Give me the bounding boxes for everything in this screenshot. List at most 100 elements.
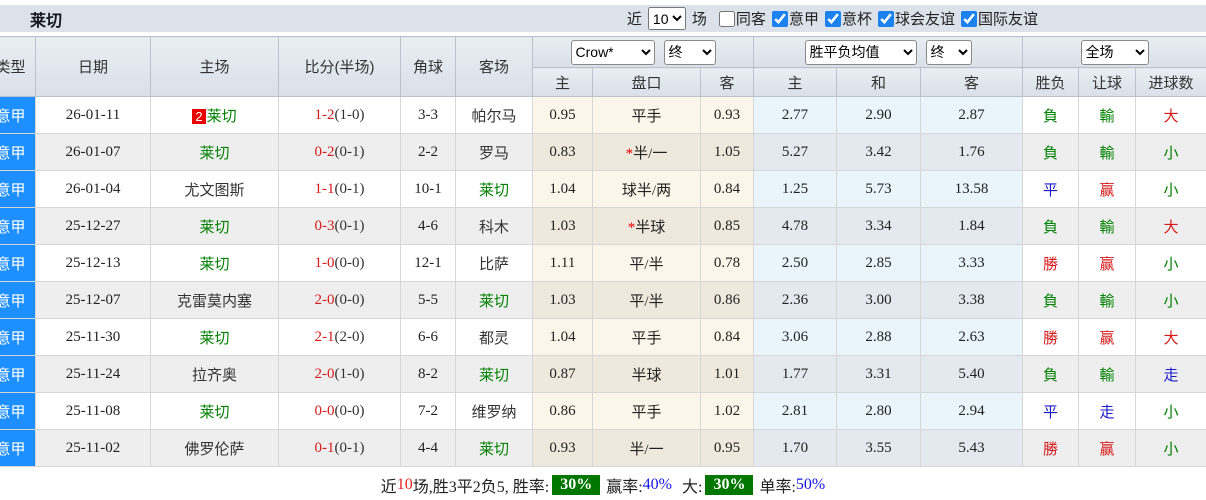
league-cell[interactable]: 意甲 (0, 281, 36, 319)
score-cell: 2-0(1-0) (278, 355, 401, 393)
result-goals: 小 (1135, 281, 1206, 319)
col-header-score: 比分(半场) (278, 36, 401, 97)
euro-time-select[interactable]: 终 (925, 39, 972, 65)
date-cell: 25-12-07 (35, 281, 151, 319)
home-cell: 莱切 (150, 133, 279, 171)
result-wdl: 負 (1022, 281, 1080, 319)
league-cell[interactable]: 意甲 (0, 318, 36, 356)
asian-home-odds: 0.83 (532, 133, 593, 171)
match-row: 意甲25-11-02佛罗伦萨0-1(0-1)4-4莱切0.93半/一0.951.… (0, 429, 1206, 467)
corner-cell: 7-2 (400, 392, 456, 430)
league-cell[interactable]: 意甲 (0, 170, 36, 208)
euro-draw-odds: 3.42 (836, 133, 922, 171)
euro-draw-odds: 2.85 (836, 244, 922, 282)
subcol-let: 让球 (1078, 67, 1137, 97)
league-cell[interactable]: 意甲 (0, 392, 36, 430)
filter-checkbox-label[interactable]: 意杯 (842, 11, 872, 28)
home-team[interactable]: 尤文图斯 (184, 183, 244, 199)
match-count-select[interactable]: 10 (647, 7, 686, 30)
result-wdl: 勝 (1022, 429, 1080, 467)
bookmaker-select[interactable]: Crow* (570, 39, 655, 65)
filter-checkbox-同客[interactable] (718, 11, 735, 27)
filter-checkbox-label[interactable]: 国际友谊 (978, 11, 1038, 28)
away-team[interactable]: 科木 (479, 220, 509, 236)
home-team[interactable]: 佛罗伦萨 (184, 442, 244, 458)
result-goals: 大 (1135, 207, 1206, 245)
fulltime-score: 2-0 (314, 291, 335, 308)
home-team[interactable]: 莱切 (199, 146, 229, 162)
result-wdl: 平 (1022, 170, 1080, 208)
away-team[interactable]: 罗马 (479, 146, 509, 162)
league-cell[interactable]: 意甲 (0, 429, 36, 467)
away-team[interactable]: 莱切 (479, 368, 509, 384)
col-header-corner: 角球 (400, 36, 456, 97)
filter-checkbox-意甲[interactable] (771, 11, 788, 27)
col-header-away: 客场 (455, 36, 533, 97)
filter-checkbox-label[interactable]: 意甲 (789, 11, 819, 28)
asian-home-odds: 1.04 (532, 318, 593, 356)
score-cell: 1-1(0-1) (278, 170, 401, 208)
halftime-score: (1-0) (334, 365, 365, 382)
euro-home-odds: 5.27 (753, 133, 838, 171)
home-team[interactable]: 拉齐奥 (192, 368, 237, 384)
asian-home-odds: 1.04 (532, 170, 593, 208)
league-cell[interactable]: 意甲 (0, 355, 36, 393)
away-team[interactable]: 维罗纳 (471, 405, 516, 421)
summary-near: 近 (380, 478, 397, 496)
euro-avg-select[interactable]: 胜平负均值 (804, 39, 917, 65)
euro-draw-odds: 3.00 (836, 281, 922, 319)
league-cell[interactable]: 意甲 (0, 244, 36, 282)
away-team[interactable]: 都灵 (479, 331, 509, 347)
filter-checkbox-label[interactable]: 同客 (736, 11, 766, 28)
filter-checkbox-国际友谊[interactable] (960, 11, 977, 27)
fulltime-score: 0-3 (314, 217, 335, 234)
result-wdl: 勝 (1022, 244, 1080, 282)
asian-time-select[interactable]: 终 (663, 39, 716, 65)
away-team[interactable]: 莱切 (479, 442, 509, 458)
home-team[interactable]: 莱切 (199, 405, 229, 421)
result-goals: 大 (1135, 96, 1206, 134)
match-row: 意甲25-12-13莱切1-0(0-0)12-1比萨1.11平/半0.782.5… (0, 244, 1206, 282)
subcol-asian-away: 客 (699, 67, 755, 97)
league-cell[interactable]: 意甲 (0, 96, 36, 134)
score-cell: 0-2(0-1) (278, 133, 401, 171)
filter-controls: 近 10 场 同客 意甲 意杯 球会友谊 国际友谊 (627, 7, 1038, 30)
home-cell: 莱切 (150, 207, 279, 245)
halftime-score: (0-1) (334, 439, 365, 456)
euro-home-odds: 2.81 (753, 392, 838, 430)
euro-draw-odds: 5.73 (836, 170, 922, 208)
asian-handicap: 平手 (592, 318, 701, 356)
away-team[interactable]: 帕尔马 (471, 109, 516, 125)
asian-handicap: 球半/两 (592, 170, 701, 208)
halftime-score: (0-0) (334, 291, 365, 308)
scope-select[interactable]: 全场 (1080, 39, 1149, 65)
handicap-change-star: * (627, 219, 636, 236)
col-header-date: 日期 (35, 36, 151, 97)
home-team[interactable]: 莱切 (199, 257, 229, 273)
subcol-handicap: 盘口 (592, 67, 701, 97)
filter-checkbox-球会友谊[interactable] (877, 11, 894, 27)
filter-checkbox-意杯[interactable] (824, 11, 841, 27)
asian-home-odds: 0.86 (532, 392, 593, 430)
result-handicap: 輸 (1078, 133, 1137, 171)
euro-away-odds: 1.76 (920, 133, 1024, 171)
home-team[interactable]: 莱切 (199, 220, 229, 236)
home-team[interactable]: 莱切 (199, 331, 229, 347)
halftime-score: (0-0) (334, 402, 365, 419)
home-cell: 2 莱切 (150, 96, 279, 134)
away-team[interactable]: 莱切 (479, 183, 509, 199)
home-team[interactable]: 莱切 (207, 109, 237, 125)
away-cell: 都灵 (455, 318, 533, 356)
league-cell[interactable]: 意甲 (0, 207, 36, 245)
euro-away-odds: 5.43 (920, 429, 1024, 467)
league-cell[interactable]: 意甲 (0, 133, 36, 171)
subcol-asian-home: 主 (532, 67, 593, 97)
home-cell: 拉齐奥 (150, 355, 279, 393)
away-team[interactable]: 莱切 (479, 294, 509, 310)
euro-home-odds: 1.25 (753, 170, 838, 208)
filter-checkbox-label[interactable]: 球会友谊 (895, 11, 955, 28)
away-team[interactable]: 比萨 (479, 257, 509, 273)
home-team[interactable]: 克雷莫内塞 (177, 294, 252, 310)
match-row: 意甲26-01-07莱切0-2(0-1)2-2罗马0.83*半/一1.055.2… (0, 133, 1206, 171)
result-handicap: 輸 (1078, 281, 1137, 319)
